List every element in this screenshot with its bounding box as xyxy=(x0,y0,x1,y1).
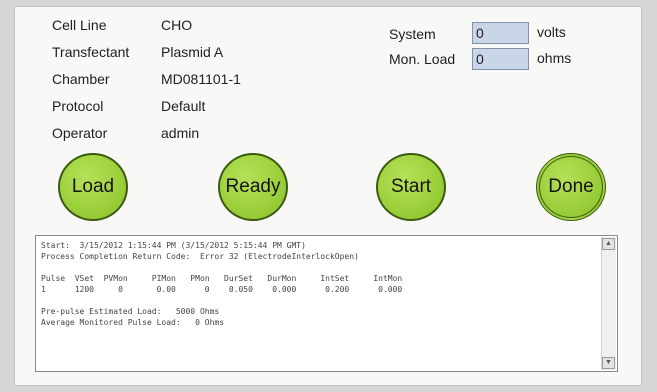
info-value: admin xyxy=(161,125,200,141)
info-value: MD081101-1 xyxy=(161,71,241,87)
ohms-unit-label: ohms xyxy=(537,50,572,66)
info-label: Cell Line xyxy=(52,17,107,33)
log-scrollbar[interactable]: ▲ ▼ xyxy=(601,237,616,370)
info-row-protocol: Protocol Default xyxy=(52,98,352,120)
electroporator-screen: Cell Line CHO Transfectant Plasmid A Cha… xyxy=(14,6,642,386)
system-voltage-field: 0 xyxy=(472,22,529,44)
system-voltage-label: System xyxy=(389,26,436,42)
info-label: Transfectant xyxy=(52,44,130,60)
info-value: CHO xyxy=(161,17,193,33)
process-log-text: Start: 3/15/2012 1:15:44 PM (3/15/2012 5… xyxy=(41,240,402,328)
log-line: Average Monitored Pulse Load: 0 Ohms xyxy=(41,318,225,327)
mon-load-field: 0 xyxy=(472,48,529,70)
mon-load-label: Mon. Load xyxy=(389,51,456,67)
scroll-down-arrow-icon[interactable]: ▼ xyxy=(602,357,615,369)
info-row-transfectant: Transfectant Plasmid A xyxy=(52,44,352,66)
log-line: Pre-pulse Estimated Load: 5000 Ohms xyxy=(41,307,220,316)
scroll-up-arrow-icon[interactable]: ▲ xyxy=(602,238,615,250)
log-line: Pulse VSet PVMon PIMon PMon DurSet DurMo… xyxy=(41,274,403,283)
log-line: Process Completion Return Code: Error 32… xyxy=(41,252,359,261)
log-line: Start: 3/15/2012 1:15:44 PM (3/15/2012 5… xyxy=(41,241,306,250)
info-row-cell-line: Cell Line CHO xyxy=(52,17,352,39)
info-label: Chamber xyxy=(52,71,110,87)
info-value: Default xyxy=(161,98,206,114)
start-button[interactable]: Start xyxy=(376,153,446,221)
done-button[interactable]: Done xyxy=(536,153,606,221)
info-label: Protocol xyxy=(52,98,104,114)
info-row-chamber: Chamber MD081101-1 xyxy=(52,71,352,93)
ready-button[interactable]: Ready xyxy=(218,153,288,221)
info-value: Plasmid A xyxy=(161,44,224,60)
info-label: Operator xyxy=(52,125,108,141)
info-row-operator: Operator admin xyxy=(52,125,352,147)
process-log-textbox[interactable]: Start: 3/15/2012 1:15:44 PM (3/15/2012 5… xyxy=(35,235,618,372)
volts-unit-label: volts xyxy=(537,24,566,40)
load-button[interactable]: Load xyxy=(58,153,128,221)
log-line: 1 1200 0 0.00 0 0.050 0.000 0.200 0.000 xyxy=(41,285,403,294)
